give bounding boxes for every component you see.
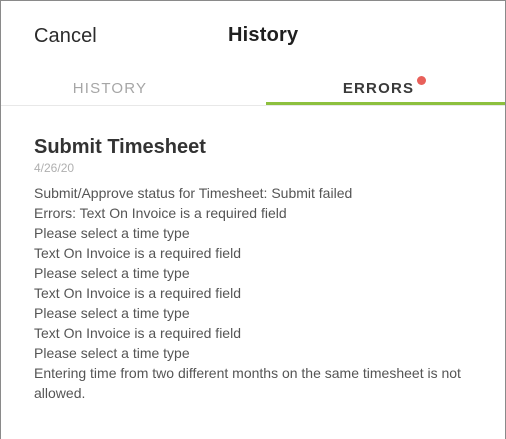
error-badge-dot bbox=[417, 76, 427, 85]
error-message-line: Entering time from two different months … bbox=[34, 365, 461, 401]
error-message-line: Text On Invoice is a required field bbox=[34, 285, 241, 301]
error-message-line: Errors: Text On Invoice is a required fi… bbox=[34, 205, 287, 221]
page-title: History bbox=[228, 24, 299, 46]
tab-errors[interactable]: ERRORS bbox=[266, 71, 505, 105]
entry-title: Submit Timesheet bbox=[34, 136, 206, 158]
history-screen: Cancel History HISTORY ERRORS Submit Tim… bbox=[0, 0, 506, 439]
error-message-line: Submit/Approve status for Timesheet: Sub… bbox=[34, 185, 353, 201]
error-message-line: Please select a time type bbox=[34, 345, 190, 361]
error-message-line: Please select a time type bbox=[34, 305, 190, 321]
tab-history-label: HISTORY bbox=[72, 80, 148, 97]
error-message-line: Please select a time type bbox=[34, 265, 190, 281]
tab-errors-label-wrap: ERRORS bbox=[342, 76, 427, 97]
error-message-list: Submit/Approve status for Timesheet: Sub… bbox=[34, 183, 474, 403]
error-message-line: Please select a time type bbox=[34, 225, 190, 241]
error-message-line: Text On Invoice is a required field bbox=[34, 245, 241, 261]
cancel-button[interactable]: Cancel bbox=[34, 25, 97, 48]
entry-date: 4/26/20 bbox=[34, 161, 75, 175]
tab-history[interactable]: HISTORY bbox=[1, 71, 265, 105]
tab-bar: HISTORY ERRORS bbox=[1, 71, 505, 106]
error-entry: Submit Timesheet 4/26/20 Submit/Approve … bbox=[34, 135, 474, 403]
active-tab-indicator bbox=[266, 102, 505, 105]
navigation-bar: Cancel History bbox=[1, 1, 505, 61]
error-message-line: Text On Invoice is a required field bbox=[34, 325, 241, 341]
tab-errors-label: ERRORS bbox=[342, 80, 415, 97]
